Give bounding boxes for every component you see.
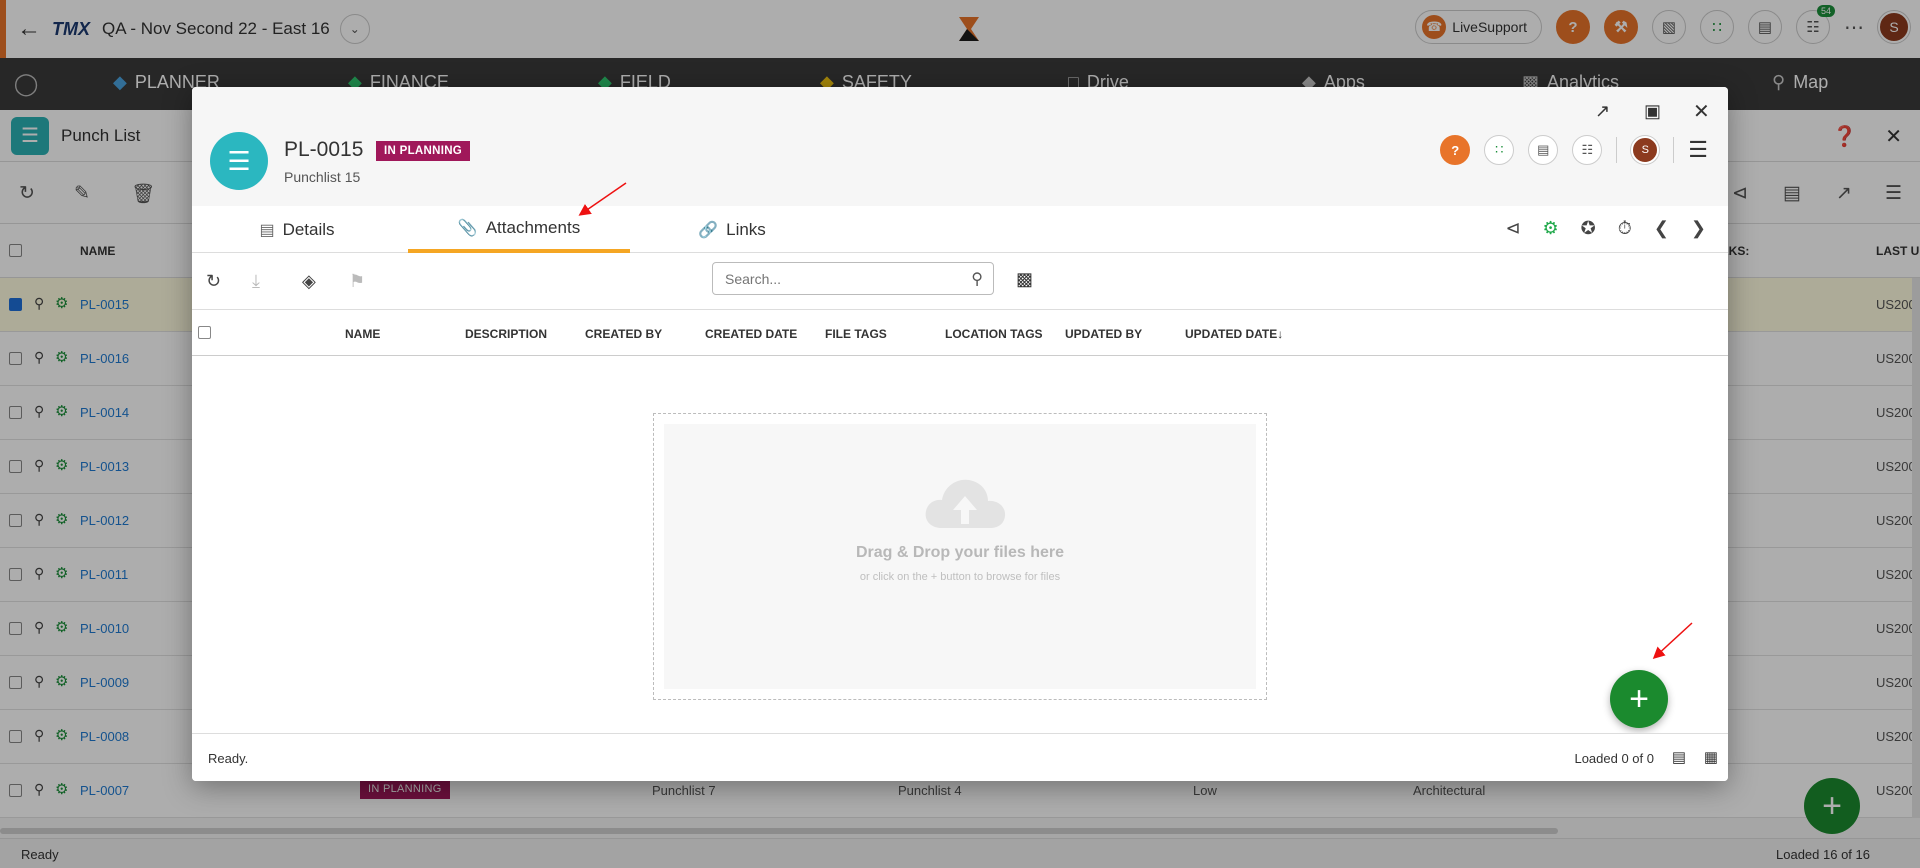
status-text: Ready. <box>208 751 249 766</box>
loaded-count: Loaded 0 of 0 <box>1574 751 1654 766</box>
user-avatar[interactable]: S <box>1631 136 1660 164</box>
link-icon: 🔗 <box>698 221 719 239</box>
search-field[interactable]: ⚲ <box>712 262 994 295</box>
people-icon[interactable]: ∷ <box>1484 135 1515 165</box>
gear-icon[interactable]: ⚙ <box>1543 218 1559 239</box>
col-updated-date-label: UPDATED DATE <box>1185 327 1278 341</box>
close-icon[interactable]: ✕ <box>1693 99 1710 124</box>
file-drop-zone[interactable]: Drag & Drop your files here or click on … <box>653 413 1267 700</box>
search-input[interactable] <box>725 263 960 294</box>
image-gallery-icon[interactable]: ▩ <box>1016 269 1033 290</box>
status-badge: IN PLANNING <box>376 141 471 161</box>
drop-subtitle: or click on the + button to browse for f… <box>859 571 1061 583</box>
drop-title: Drag & Drop your files here <box>855 544 1065 561</box>
col-updated-by[interactable]: UPDATED BY <box>1065 327 1142 341</box>
favorite-icon[interactable]: ✪ <box>1581 218 1596 239</box>
col-created-by[interactable]: CREATED BY <box>585 327 662 341</box>
drop-zone-body: Drag & Drop your files here or click on … <box>664 424 1256 689</box>
attachments-grid-header: NAME DESCRIPTION CREATED BY CREATED DATE… <box>192 310 1728 356</box>
tab-details-label: Details <box>282 219 335 239</box>
col-description[interactable]: DESCRIPTION <box>465 327 547 341</box>
flag-icon[interactable]: ⚑ <box>349 271 365 292</box>
select-all-checkbox[interactable] <box>198 326 211 339</box>
add-attachment-button[interactable]: + <box>1610 670 1668 728</box>
dialog-header: ☰ PL-0015 IN PLANNING Punchlist 15 ↗ ▣ ✕… <box>192 87 1728 206</box>
help-icon[interactable]: ? <box>1440 135 1471 165</box>
menu-icon[interactable]: ☰ <box>1688 137 1708 163</box>
tab-details[interactable]: ▤ Details <box>242 206 352 253</box>
dialog-tabs: ▤ Details 📎 Attachments 🔗 Links ⊲ ⚙ ✪ ⏱ … <box>192 206 1728 253</box>
punch-item-dialog: ☰ PL-0015 IN PLANNING Punchlist 15 ↗ ▣ ✕… <box>192 87 1728 781</box>
previous-icon[interactable]: ❮ <box>1654 218 1669 239</box>
document-icon: ▤ <box>259 221 275 239</box>
dialog-status-bar: Ready. Loaded 0 of 0 ▤ ▦ <box>192 733 1728 781</box>
paperclip-icon: 📎 <box>457 219 478 237</box>
maximize-icon[interactable]: ▣ <box>1644 101 1661 122</box>
cart-icon[interactable]: ☷ <box>1572 135 1603 165</box>
next-icon[interactable]: ❯ <box>1691 218 1706 239</box>
col-updated-date[interactable]: UPDATED DATE↓ <box>1185 327 1283 341</box>
history-icon[interactable]: ⏱ <box>1618 218 1632 239</box>
divider <box>1616 137 1618 163</box>
tab-attachments-label: Attachments <box>485 217 581 237</box>
record-subtitle: Punchlist 15 <box>284 169 361 185</box>
col-name[interactable]: NAME <box>345 327 380 341</box>
refresh-icon[interactable]: ↻ <box>206 271 221 292</box>
notes-icon[interactable]: ▤ <box>1528 135 1559 165</box>
tab-links[interactable]: 🔗 Links <box>682 206 782 253</box>
tab-attachments[interactable]: 📎 Attachments <box>408 206 630 253</box>
grid-view-icon[interactable]: ▤ <box>1672 748 1686 766</box>
search-icon[interactable]: ⚲ <box>971 269 983 289</box>
col-file-tags[interactable]: FILE TAGS <box>825 327 887 341</box>
divider <box>1673 137 1675 163</box>
cloud-upload-icon <box>925 479 1006 528</box>
tag-icon[interactable]: ◈ <box>302 271 316 292</box>
tab-links-label: Links <box>726 219 766 239</box>
download-icon[interactable]: ⤓ <box>252 271 260 292</box>
list-view-icon[interactable]: ▦ <box>1704 748 1718 766</box>
share-icon[interactable]: ⊲ <box>1505 218 1520 239</box>
col-location-tags[interactable]: LOCATION TAGS <box>945 327 1043 341</box>
record-id: PL-0015 <box>284 138 364 161</box>
popout-icon[interactable]: ↗ <box>1595 101 1610 122</box>
col-created-date[interactable]: CREATED DATE <box>705 327 797 341</box>
sort-desc-icon: ↓ <box>1277 327 1284 341</box>
punch-list-icon: ☰ <box>210 132 268 190</box>
